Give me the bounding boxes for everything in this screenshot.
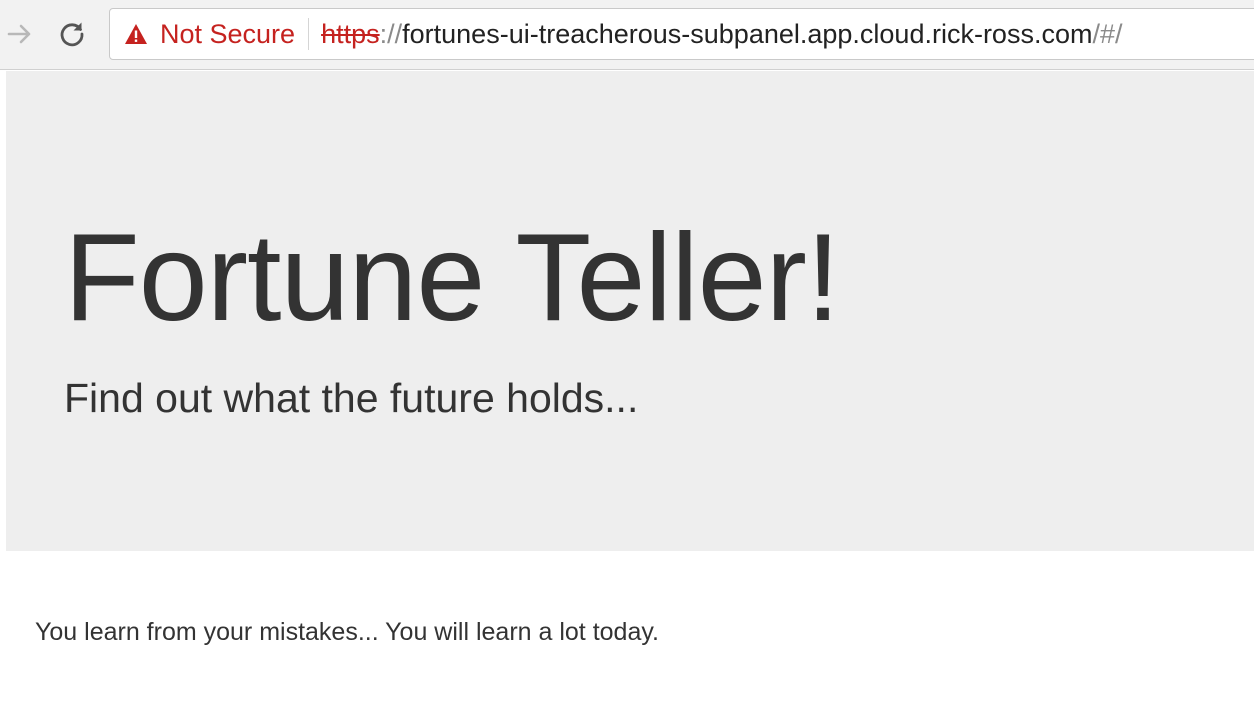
- url-path: /#/: [1092, 19, 1123, 49]
- page-subtitle: Find out what the future holds...: [64, 375, 639, 421]
- reload-icon: [60, 22, 84, 47]
- address-bar[interactable]: Not Secure https://fortunes-ui-treachero…: [109, 8, 1254, 60]
- jumbotron: Fortune Teller! Find out what the future…: [6, 71, 1254, 551]
- forward-arrow-icon: [7, 24, 31, 44]
- page-title: Fortune Teller!: [64, 209, 840, 347]
- fortune-text: You learn from your mistakes... You will…: [35, 618, 659, 646]
- url-host: fortunes-ui-treacherous-subpanel.app.clo…: [402, 19, 1093, 49]
- url-scheme: https: [321, 19, 380, 49]
- browser-toolbar: Not Secure https://fortunes-ui-treachero…: [0, 0, 1254, 70]
- forward-button[interactable]: [0, 14, 40, 54]
- url-text[interactable]: https://fortunes-ui-treacherous-subpanel…: [309, 18, 1122, 50]
- security-indicator[interactable]: Not Secure: [110, 18, 310, 50]
- url-separator: ://: [379, 19, 403, 49]
- warning-triangle-icon: [125, 24, 147, 44]
- reload-button[interactable]: [52, 14, 92, 54]
- not-secure-label[interactable]: Not Secure: [160, 18, 295, 50]
